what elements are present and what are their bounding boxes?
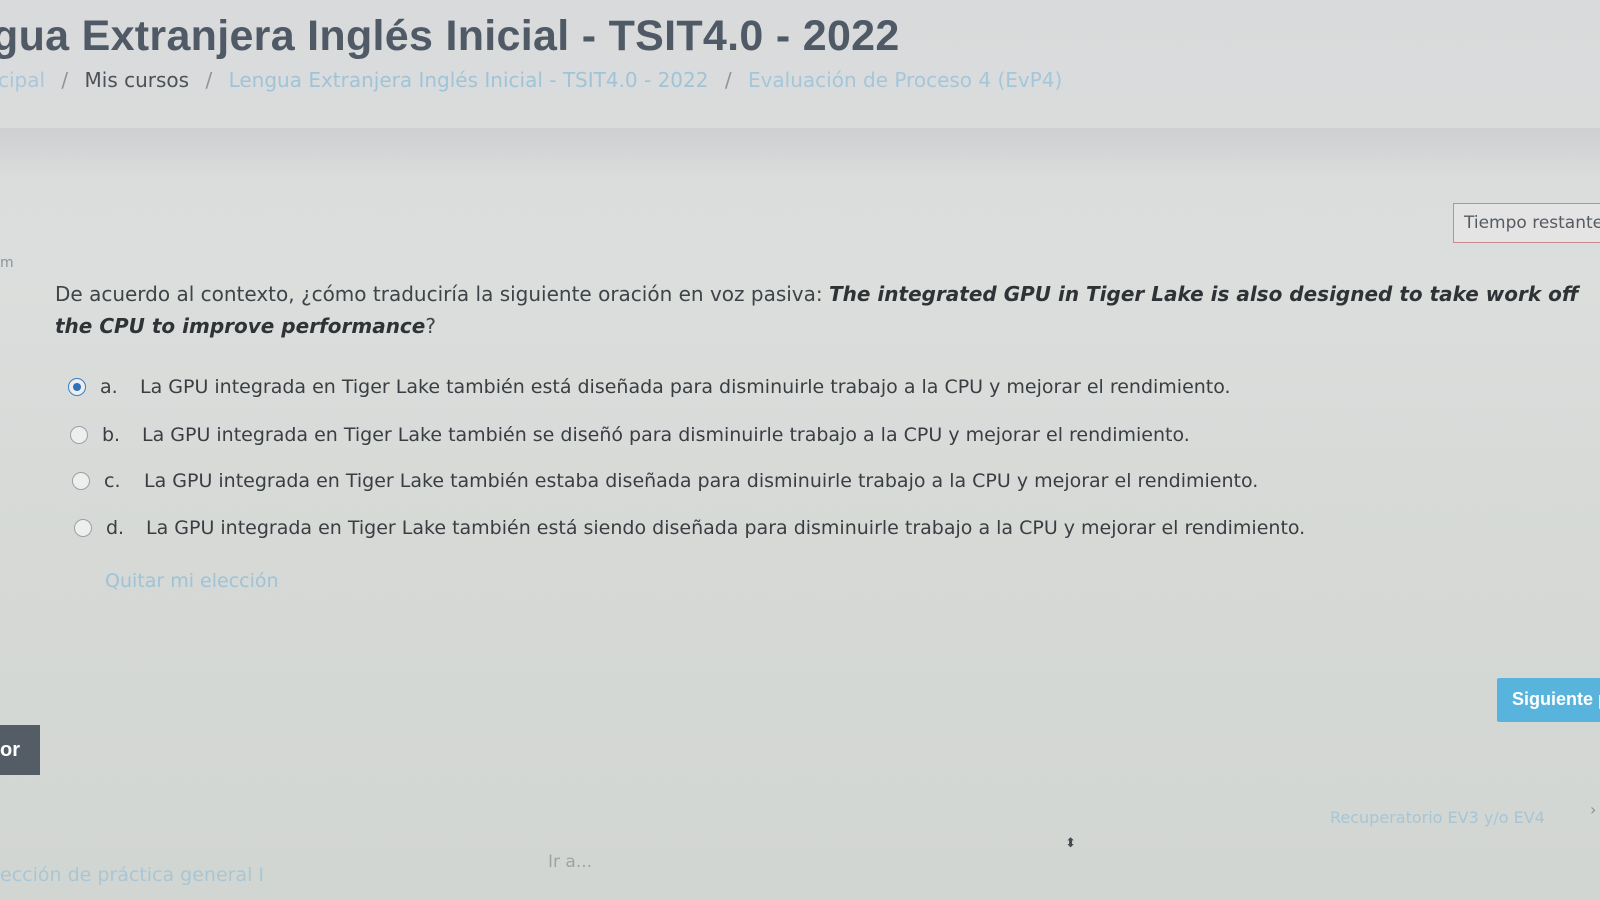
option-text: La GPU integrada en Tiger Lake también e… [146,517,1306,539]
side-marker: m [0,255,14,271]
answer-option-c[interactable]: c. La GPU integrada en Tiger Lake tambié… [72,470,1258,492]
option-letter: c. [104,470,121,492]
jump-to-placeholder: Ir a... [548,852,593,872]
clear-choice-link[interactable]: Quitar mi elección [105,570,279,592]
breadcrumb-course-link[interactable]: Lengua Extranjera Inglés Inicial - TSIT4… [229,68,709,92]
radio-selected-icon[interactable] [68,378,86,396]
option-letter: a. [100,376,118,398]
previous-activity-link[interactable]: ección de práctica general I [0,864,264,886]
next-page-button[interactable]: Siguiente p [1497,678,1600,722]
question-prompt: De acuerdo al contexto, ¿cómo traduciría… [55,282,829,306]
question-text: De acuerdo al contexto, ¿cómo traduciría… [55,278,1600,342]
option-text: La GPU integrada en Tiger Lake también s… [142,424,1190,446]
previous-button-label: or [0,739,20,761]
radio-icon[interactable] [70,426,88,444]
header-band [0,128,1600,178]
breadcrumb: cipal / Mis cursos / Lengua Extranjera I… [0,68,1120,92]
next-activity-link[interactable]: Recuperatorio EV3 y/o EV4 [1330,808,1545,827]
page-title: gua Extranjera Inglés Inicial - TSIT4.0 … [0,12,900,60]
breadcrumb-my-courses[interactable]: Mis cursos [85,68,190,92]
breadcrumb-evaluation-link[interactable]: Evaluación de Proceso 4 (EvP4) [748,68,1062,92]
radio-icon[interactable] [74,519,92,537]
next-page-label: Siguiente p [1512,689,1600,709]
answer-option-b[interactable]: b. La GPU integrada en Tiger Lake tambié… [70,424,1190,446]
answer-option-d[interactable]: d. La GPU integrada en Tiger Lake tambié… [74,517,1305,539]
breadcrumb-separator: / [205,68,213,92]
breadcrumb-home-link[interactable]: cipal [0,68,45,92]
jump-to-select[interactable]: Ir a... ⬍ [548,836,1088,892]
select-arrows-icon: ⬍ [1065,836,1076,851]
time-remaining-label: Tiempo restante [1464,213,1600,233]
radio-icon[interactable] [72,472,90,490]
time-remaining-box: Tiempo restante [1453,203,1600,243]
option-text: La GPU integrada en Tiger Lake también e… [140,376,1231,398]
option-text: La GPU integrada en Tiger Lake también e… [144,470,1259,492]
previous-button[interactable]: or [0,725,40,775]
option-letter: d. [106,517,125,539]
question-end: ? [425,314,436,338]
chevron-right-icon[interactable]: › [1590,800,1596,819]
option-letter: b. [102,424,121,446]
breadcrumb-separator: / [61,68,69,92]
breadcrumb-separator: / [724,68,732,92]
answer-option-a[interactable]: a. La GPU integrada en Tiger Lake tambié… [68,376,1231,398]
